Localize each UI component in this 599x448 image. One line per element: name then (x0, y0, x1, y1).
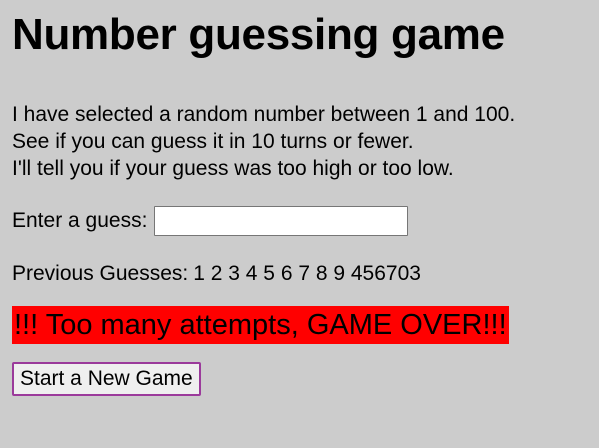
game-over-message: !!! Too many attempts, GAME OVER!!! (12, 306, 509, 344)
start-new-game-button[interactable]: Start a New Game (12, 362, 201, 396)
page-title: Number guessing game (12, 10, 505, 59)
guess-input[interactable] (154, 206, 409, 236)
previous-guesses: Previous Guesses: 1 2 3 4 5 6 7 8 9 45670… (12, 260, 587, 288)
intro-line-hint: I'll tell you if your guess was too high… (12, 157, 454, 180)
intro-text: I have selected a random number between … (12, 101, 587, 182)
new-game-row: Start a New Game (12, 362, 587, 396)
game-page: Number guessing game I have selected a r… (0, 0, 599, 396)
guess-form: Enter a guess: (12, 204, 587, 238)
previous-guesses-values: 1 2 3 4 5 6 7 8 9 456703 (193, 262, 421, 285)
intro-line-turns: See if you can guess it in 10 turns or f… (12, 130, 414, 153)
guess-label: Enter a guess: (12, 209, 148, 232)
status-row: !!! Too many attempts, GAME OVER!!! (12, 288, 587, 344)
previous-guesses-label: Previous Guesses: (12, 262, 189, 285)
intro-line-range: I have selected a random number between … (12, 103, 516, 126)
